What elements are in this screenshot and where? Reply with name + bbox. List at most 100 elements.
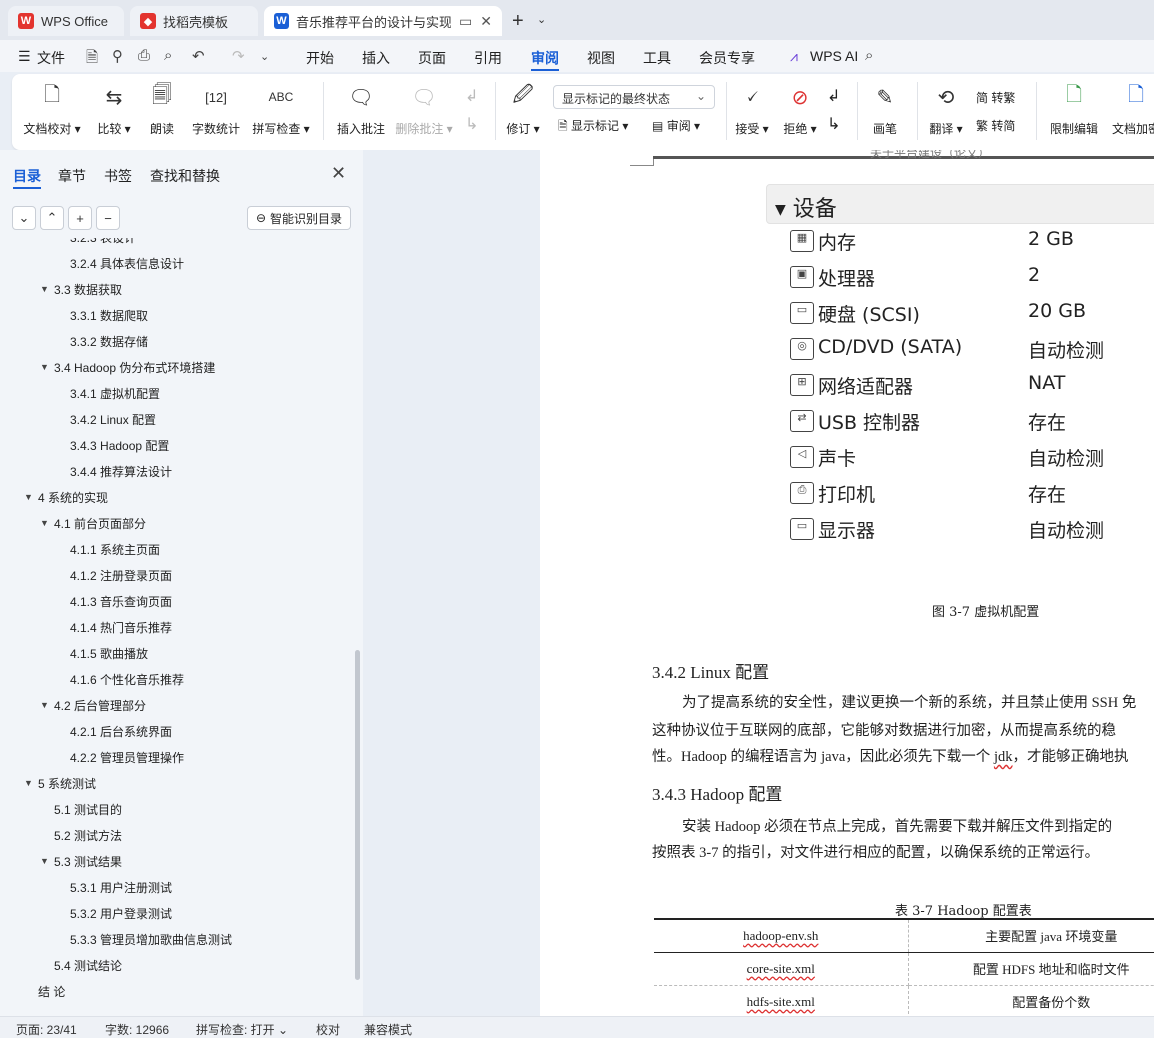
toc-item[interactable]: 5.3.2 用户登录测试 (70, 900, 172, 926)
toc-item[interactable]: 3.4.2 Linux 配置 (70, 406, 156, 432)
read-aloud-button[interactable]: 🗐 朗读 (134, 82, 190, 137)
toc-item[interactable]: ▼ 3.3 数据获取 (40, 276, 122, 302)
expand-caret-icon[interactable]: ▼ (24, 778, 38, 788)
close-icon[interactable]: ✕ (480, 13, 492, 30)
toc-item[interactable]: 5.2 测试方法 (54, 822, 122, 848)
insert-comment-button[interactable]: 🗨 插入批注 (331, 82, 391, 137)
expand-caret-icon[interactable]: ▼ (40, 284, 54, 294)
toc-item[interactable]: 3.2.3 表设计 (70, 238, 136, 250)
search-icon[interactable]: ⌕ (865, 47, 873, 64)
toc-item[interactable]: 3.2.4 具体表信息设计 (70, 250, 184, 276)
expand-caret-icon[interactable]: ▼ (40, 518, 54, 528)
menu-reference[interactable]: 引用 (474, 48, 502, 68)
tab-wps-office[interactable]: W WPS Office (8, 6, 124, 36)
toc-item[interactable]: ▼ 5 系统测试 (24, 770, 96, 796)
toc-item[interactable]: 3.4.4 推荐算法设计 (70, 458, 172, 484)
toc-item[interactable]: ▼ 4 系统的实现 (24, 484, 108, 510)
expand-caret-icon[interactable]: ▼ (24, 492, 38, 502)
spell-check-status[interactable]: 拼写检查: 打开 ⌄ (196, 1021, 288, 1038)
share-icon[interactable]: ⚲ (112, 47, 123, 65)
markup-state-select[interactable]: 显示标记的最终状态 ⌄ (553, 85, 715, 109)
toc-item[interactable]: 4.1.1 系统主页面 (70, 536, 160, 562)
next-comment-icon[interactable]: ↳ (465, 114, 478, 134)
chevron-down-icon[interactable]: ⌄ (260, 50, 269, 63)
toc-scrollbar[interactable] (355, 650, 360, 980)
new-tab-icon[interactable]: + (512, 10, 524, 33)
toc-item[interactable]: 4.2.1 后台系统界面 (70, 718, 172, 744)
menu-insert[interactable]: 插入 (362, 48, 390, 68)
tab-toc[interactable]: 目录 (13, 166, 41, 186)
tab-document[interactable]: W 音乐推荐平台的设计与实现 毕 ▭ ✕ (264, 6, 502, 36)
toc-item[interactable]: 3.4.3 Hadoop 配置 (70, 432, 169, 458)
close-icon[interactable]: ✕ (331, 163, 346, 184)
toc-item[interactable]: 4.1.4 热门音乐推荐 (70, 614, 172, 640)
menu-review[interactable]: 审阅 (531, 48, 559, 68)
menu-wps-ai[interactable]: WPS AI (810, 48, 858, 64)
reject-button[interactable]: ⊘ 拒绝 ▾ (772, 82, 828, 137)
monitor-icon[interactable]: ▭ (459, 13, 472, 30)
tab-find-replace[interactable]: 查找和替换 (150, 166, 220, 186)
menu-page[interactable]: 页面 (418, 48, 446, 68)
add-heading-button[interactable]: + (68, 206, 92, 230)
collapse-up-button[interactable]: ⌃ (40, 206, 64, 230)
review-pane-button[interactable]: ▤ 审阅 ▾ (652, 117, 700, 134)
toc-item[interactable]: ▼ 5.3 测试结果 (40, 848, 122, 874)
to-traditional-button[interactable]: 简 转繁 (976, 89, 1015, 106)
expand-down-button[interactable]: ⌄ (12, 206, 36, 230)
print-icon[interactable]: ⎙ (138, 47, 150, 64)
redo-icon[interactable]: ↷ (232, 47, 245, 65)
revise-button[interactable]: 🖉 修订 ▾ (495, 82, 551, 137)
restrict-edit-button[interactable]: 🗋 限制编辑 (1044, 82, 1104, 137)
toc-item[interactable]: 5.1 测试目的 (54, 796, 122, 822)
toc-item[interactable]: 3.3.2 数据存储 (70, 328, 148, 354)
toc-item[interactable]: ▼ 3.4 Hadoop 伪分布式环境搭建 (40, 354, 215, 380)
expand-caret-icon[interactable]: ▼ (40, 362, 54, 372)
delete-comment-button[interactable]: 🗨 删除批注 ▾ (394, 82, 454, 137)
spell-check-button[interactable]: ABC 拼写检查 ▾ (250, 82, 312, 137)
toc-item[interactable]: 4.1.2 注册登录页面 (70, 562, 172, 588)
tab-docer[interactable]: ◆ 找稻壳模板 (130, 6, 258, 36)
expand-caret-icon[interactable]: ▼ (40, 856, 54, 866)
doc-encrypt-button[interactable]: 🗋 文档加密 (1106, 82, 1154, 137)
smart-toc-button[interactable]: ⊖ 智能识别目录 (247, 206, 351, 230)
expand-caret-icon[interactable]: ▼ (40, 700, 54, 710)
menu-membership[interactable]: 会员专享 (699, 48, 755, 68)
doc-check-button[interactable]: 🗋 文档校对 ▾ (22, 82, 82, 137)
to-simplified-button[interactable]: 繁 转简 (976, 117, 1015, 134)
next-change-icon[interactable]: ↳ (827, 114, 840, 134)
remove-heading-button[interactable]: − (96, 206, 120, 230)
toc-item[interactable]: 4.2.2 管理员管理操作 (70, 744, 184, 770)
page-indicator[interactable]: 页面: 23/41 (16, 1021, 77, 1038)
document-page[interactable]: 关于平台建设（论文） ▼ 设备 ▦ 内存 2 GB ▣ 处理器 2 ▭ 硬盘 (SCSI) 20… (540, 150, 1154, 1016)
menu-view[interactable]: 视图 (587, 48, 615, 68)
pen-button[interactable]: ✎ 画笔 (857, 82, 913, 137)
translate-button[interactable]: ⟲ 翻译 ▾ (918, 82, 974, 137)
toc-item[interactable]: 5.3.1 用户注册测试 (70, 874, 172, 900)
save-icon[interactable]: 🗎 (86, 47, 98, 72)
toc-item[interactable]: 3.4.1 虚拟机配置 (70, 380, 160, 406)
toc-item[interactable]: 结 论 (38, 978, 65, 1004)
toc-item[interactable]: 5.3.3 管理员增加歌曲信息测试 (70, 926, 232, 952)
prev-change-icon[interactable]: ↲ (827, 86, 840, 106)
hamburger-icon[interactable]: ☰ (18, 48, 31, 65)
menu-start[interactable]: 开始 (306, 48, 334, 68)
toc-item[interactable]: ▼ 4.2 后台管理部分 (40, 692, 146, 718)
spelling-flag-jdk[interactable]: jdk (994, 749, 1013, 765)
toc-item[interactable]: 4.1.5 歌曲播放 (70, 640, 148, 666)
toc-item[interactable]: 4.1.3 音乐查询页面 (70, 588, 172, 614)
toc-item[interactable]: ▼ 4.1 前台页面部分 (40, 510, 146, 536)
toc-item[interactable]: 4.1.6 个性化音乐推荐 (70, 666, 184, 692)
tab-chapters[interactable]: 章节 (58, 166, 86, 186)
undo-icon[interactable]: ↶ (192, 47, 205, 65)
toc-item[interactable]: 5.4 测试结论 (54, 952, 122, 978)
show-markup-button[interactable]: 🗎 显示标记 ▾ (558, 117, 628, 138)
word-count-status[interactable]: 字数: 12966 (105, 1021, 169, 1038)
chevron-down-icon[interactable]: ⌄ (537, 13, 546, 26)
proof-status[interactable]: 校对 (316, 1021, 340, 1038)
menu-file[interactable]: 文件 (37, 48, 65, 68)
word-count-button[interactable]: [12] 字数统计 (186, 82, 246, 137)
print-preview-icon[interactable]: ⌕ (164, 47, 172, 64)
menu-tools[interactable]: 工具 (643, 48, 671, 68)
prev-comment-icon[interactable]: ↲ (465, 86, 478, 106)
toc-item[interactable]: 3.3.1 数据爬取 (70, 302, 148, 328)
